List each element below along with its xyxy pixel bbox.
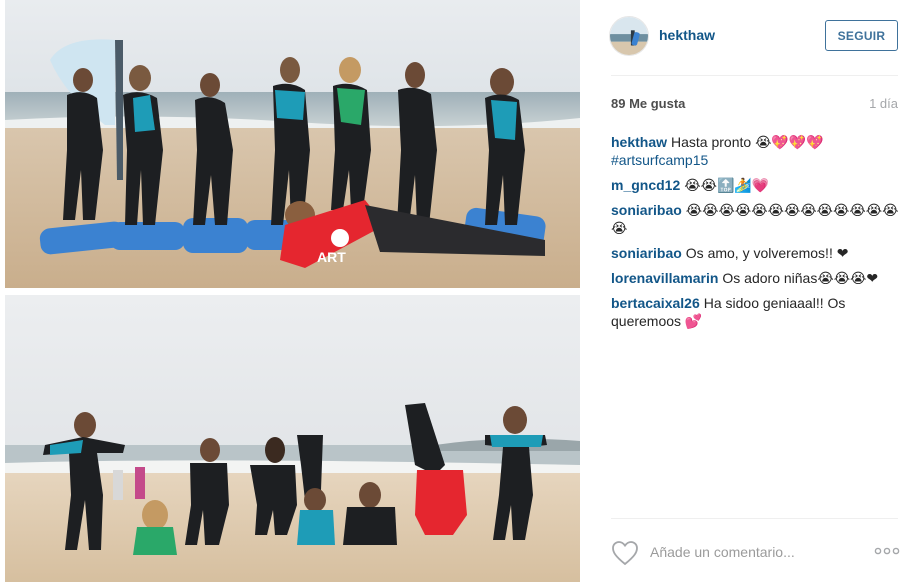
comment-item: lorenavillamarin Os adoro niñas😭😭😭❤	[611, 269, 901, 287]
more-options-icon[interactable]	[874, 544, 900, 558]
surf-group-photo: ART	[5, 0, 580, 288]
post-footer	[611, 538, 900, 568]
post-sidebar: hekthaw SEGUIR 89 Me gusta 1 día hekthaw…	[580, 0, 913, 582]
comment-input[interactable]	[650, 542, 850, 562]
comment-item: bertacaixal26 Ha sidoo geniaaal!! Os quer…	[611, 294, 901, 330]
footer-divider	[611, 518, 898, 519]
comment-author[interactable]: hekthaw	[611, 134, 667, 150]
comment-author[interactable]: soniaribao	[611, 245, 682, 261]
like-count[interactable]: 89 Me gusta	[611, 96, 685, 111]
beach-jump-photo	[5, 295, 580, 582]
avatar-image	[610, 17, 648, 55]
shirt-logo-text: ART	[317, 249, 346, 265]
comment-item: hekthaw Hasta pronto 😭💖💖💖 #artsurfcamp15	[611, 133, 901, 169]
comment-text: 😭😭🔝🏄💗	[684, 177, 770, 193]
post-photo-top[interactable]: ART	[5, 0, 580, 288]
comment-text: Hasta pronto 😭💖💖💖	[671, 134, 824, 150]
post-timestamp[interactable]: 1 día	[869, 96, 898, 111]
post-header: hekthaw SEGUIR	[609, 16, 898, 56]
hashtag-link[interactable]: #artsurfcamp15	[611, 152, 708, 168]
post-media: ART	[5, 0, 580, 582]
comment-author[interactable]: soniaribao	[611, 202, 682, 218]
comment-item: m_gncd12 😭😭🔝🏄💗	[611, 176, 901, 194]
comment-author[interactable]: bertacaixal26	[611, 295, 700, 311]
comment-item: soniaribao Os amo, y volveremos!! ❤	[611, 244, 901, 262]
post-photo-bottom[interactable]	[5, 295, 580, 582]
follow-button[interactable]: SEGUIR	[825, 20, 898, 51]
comment-author[interactable]: lorenavillamarin	[611, 270, 718, 286]
comment-item: soniaribao 😭😭😭😭😭😭😭😭😭😭😭😭😭😭	[611, 201, 901, 237]
avatar[interactable]	[609, 16, 649, 56]
post-username[interactable]: hekthaw	[659, 27, 715, 43]
comment-text: Os adoro niñas😭😭😭❤	[722, 270, 879, 286]
comment-author[interactable]: m_gncd12	[611, 177, 680, 193]
header-divider	[611, 75, 898, 76]
heart-icon[interactable]	[611, 540, 639, 566]
comment-list: hekthaw Hasta pronto 😭💖💖💖 #artsurfcamp15 …	[611, 133, 901, 337]
comment-text: Os amo, y volveremos!! ❤	[685, 245, 849, 261]
